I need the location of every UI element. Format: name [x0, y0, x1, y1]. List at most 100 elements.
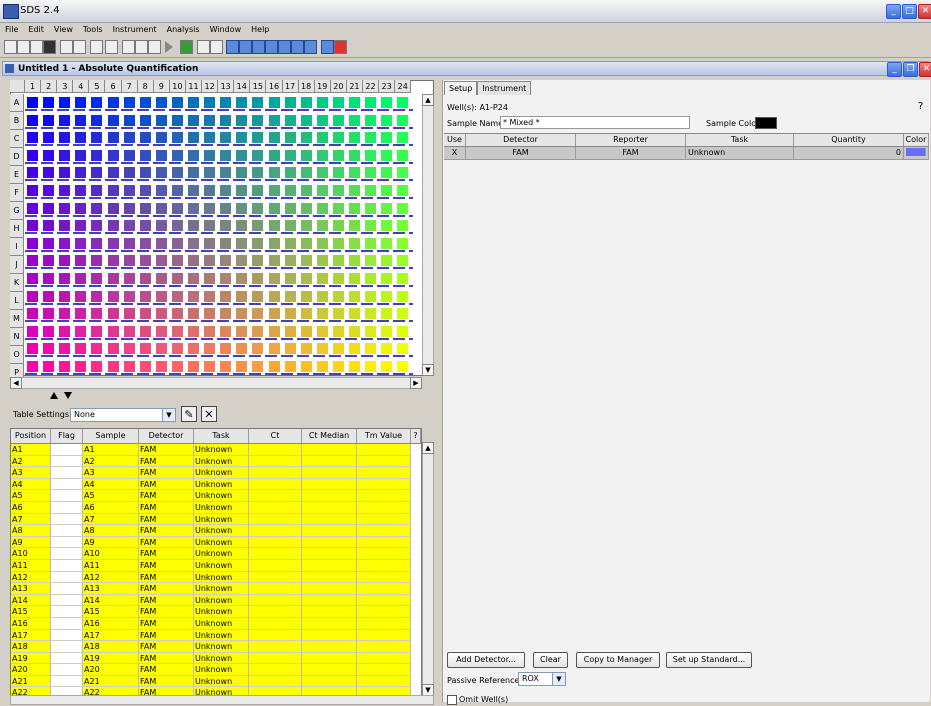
plate-well[interactable]: [381, 97, 393, 108]
plate-well[interactable]: [91, 97, 103, 108]
plate-well[interactable]: [252, 97, 264, 108]
plate-well[interactable]: [27, 255, 38, 267]
plate-well[interactable]: [365, 290, 377, 302]
plate-well[interactable]: [107, 97, 119, 108]
col-detector[interactable]: Detector: [139, 429, 194, 443]
plate-well[interactable]: [220, 343, 232, 355]
plate-well[interactable]: [204, 361, 216, 372]
plate-well[interactable]: [155, 220, 167, 232]
plate-well[interactable]: [220, 185, 232, 196]
plate-well[interactable]: [349, 114, 360, 126]
plate-well[interactable]: [365, 220, 377, 232]
print-icon[interactable]: [90, 40, 103, 54]
plate-well[interactable]: [332, 185, 344, 196]
calendar-icon[interactable]: [334, 40, 347, 54]
plate-well[interactable]: [91, 308, 103, 320]
plate-horizontal-scrollbar[interactable]: ◀ ▶: [10, 377, 422, 389]
plate-well[interactable]: [365, 237, 377, 249]
plate-well[interactable]: [365, 185, 377, 196]
plate-well[interactable]: [171, 114, 183, 126]
plate-well[interactable]: [332, 114, 344, 126]
plate-well[interactable]: [365, 114, 377, 126]
plate-well[interactable]: [107, 290, 119, 302]
col-flag[interactable]: Flag: [51, 429, 83, 443]
plate-well[interactable]: [397, 308, 409, 320]
clear-button[interactable]: Clear: [533, 652, 568, 668]
plate-column-header[interactable]: 22: [362, 80, 380, 93]
table-row[interactable]: A3 A3 FAM Unknown: [11, 467, 421, 479]
menu-analysis[interactable]: Analysis: [167, 23, 200, 36]
plate-well[interactable]: [252, 202, 264, 214]
plate-well[interactable]: [107, 325, 119, 337]
plate-well[interactable]: [381, 132, 393, 144]
plate-well[interactable]: [332, 308, 344, 320]
scroll-up-icon[interactable]: ▲: [422, 94, 434, 106]
plate-well[interactable]: [220, 149, 232, 161]
plate-well[interactable]: [381, 273, 393, 284]
plate-well[interactable]: [59, 220, 71, 232]
plate-well[interactable]: [236, 343, 248, 355]
plate-well[interactable]: [171, 220, 183, 232]
plate-well[interactable]: [316, 255, 328, 267]
col-reporter[interactable]: Reporter: [576, 134, 686, 146]
plate-well[interactable]: [268, 308, 280, 320]
plate-well[interactable]: [316, 149, 328, 161]
plate-well[interactable]: [284, 273, 296, 284]
plate-well[interactable]: [332, 220, 344, 232]
plate-well[interactable]: [75, 220, 87, 232]
plate-well[interactable]: [381, 149, 393, 161]
component-view-icon[interactable]: [252, 40, 265, 54]
plate-well[interactable]: [204, 132, 216, 144]
col-sample[interactable]: Sample: [83, 429, 139, 443]
plate-well[interactable]: [139, 290, 151, 302]
task-cell[interactable]: Unknown: [686, 147, 794, 159]
plate-column-header[interactable]: 16: [266, 80, 283, 93]
plate-well[interactable]: [316, 290, 328, 302]
plate-well[interactable]: [27, 185, 38, 196]
plate-column-header[interactable]: 7: [121, 80, 138, 93]
help-icon[interactable]: ?: [918, 101, 923, 112]
plate-well[interactable]: [236, 167, 248, 179]
plate-well[interactable]: [171, 343, 183, 355]
plate-well[interactable]: [236, 255, 248, 267]
plate-well[interactable]: [204, 290, 216, 302]
plate-well[interactable]: [349, 132, 360, 144]
plate-well[interactable]: [365, 132, 377, 144]
plate-well[interactable]: [155, 273, 167, 284]
plate-well[interactable]: [397, 237, 409, 249]
plate-column-header[interactable]: 9: [153, 80, 170, 93]
plate-row-header[interactable]: C: [10, 130, 24, 148]
plate-well[interactable]: [316, 237, 328, 249]
plate-well[interactable]: [204, 220, 216, 232]
split-arrows-icon[interactable]: [50, 392, 90, 399]
plate-well[interactable]: [381, 237, 393, 249]
plate-well[interactable]: [123, 273, 135, 284]
plate-well[interactable]: [397, 132, 409, 144]
plate-well[interactable]: [252, 185, 264, 196]
plate-well[interactable]: [155, 132, 167, 144]
plate-well[interactable]: [171, 132, 183, 144]
plate-well[interactable]: [284, 237, 296, 249]
plate-well[interactable]: [365, 255, 377, 267]
plate-well[interactable]: [107, 220, 119, 232]
plate-well[interactable]: [139, 255, 151, 267]
plate-well[interactable]: [300, 237, 312, 249]
plate-well[interactable]: [252, 167, 264, 179]
plate-well[interactable]: [123, 308, 135, 320]
plate-well[interactable]: [268, 114, 280, 126]
table-row[interactable]: A16 A16 FAM Unknown: [11, 617, 421, 630]
plate-well[interactable]: [188, 237, 199, 249]
edit-table-settings-icon[interactable]: ✎: [181, 406, 197, 422]
plate-well[interactable]: [381, 308, 393, 320]
plate-well[interactable]: [171, 167, 183, 179]
plate-well[interactable]: [268, 237, 280, 249]
plate-well[interactable]: [43, 308, 55, 320]
save-icon[interactable]: [43, 40, 56, 54]
plate-well[interactable]: [381, 114, 393, 126]
plate-well[interactable]: [220, 132, 232, 144]
tab-instrument[interactable]: Instrument: [477, 81, 532, 95]
plate-well[interactable]: [268, 343, 280, 355]
add-detector-button[interactable]: Add Detector...: [447, 652, 525, 668]
plate-well[interactable]: [349, 202, 360, 214]
plate-well[interactable]: [397, 220, 409, 232]
